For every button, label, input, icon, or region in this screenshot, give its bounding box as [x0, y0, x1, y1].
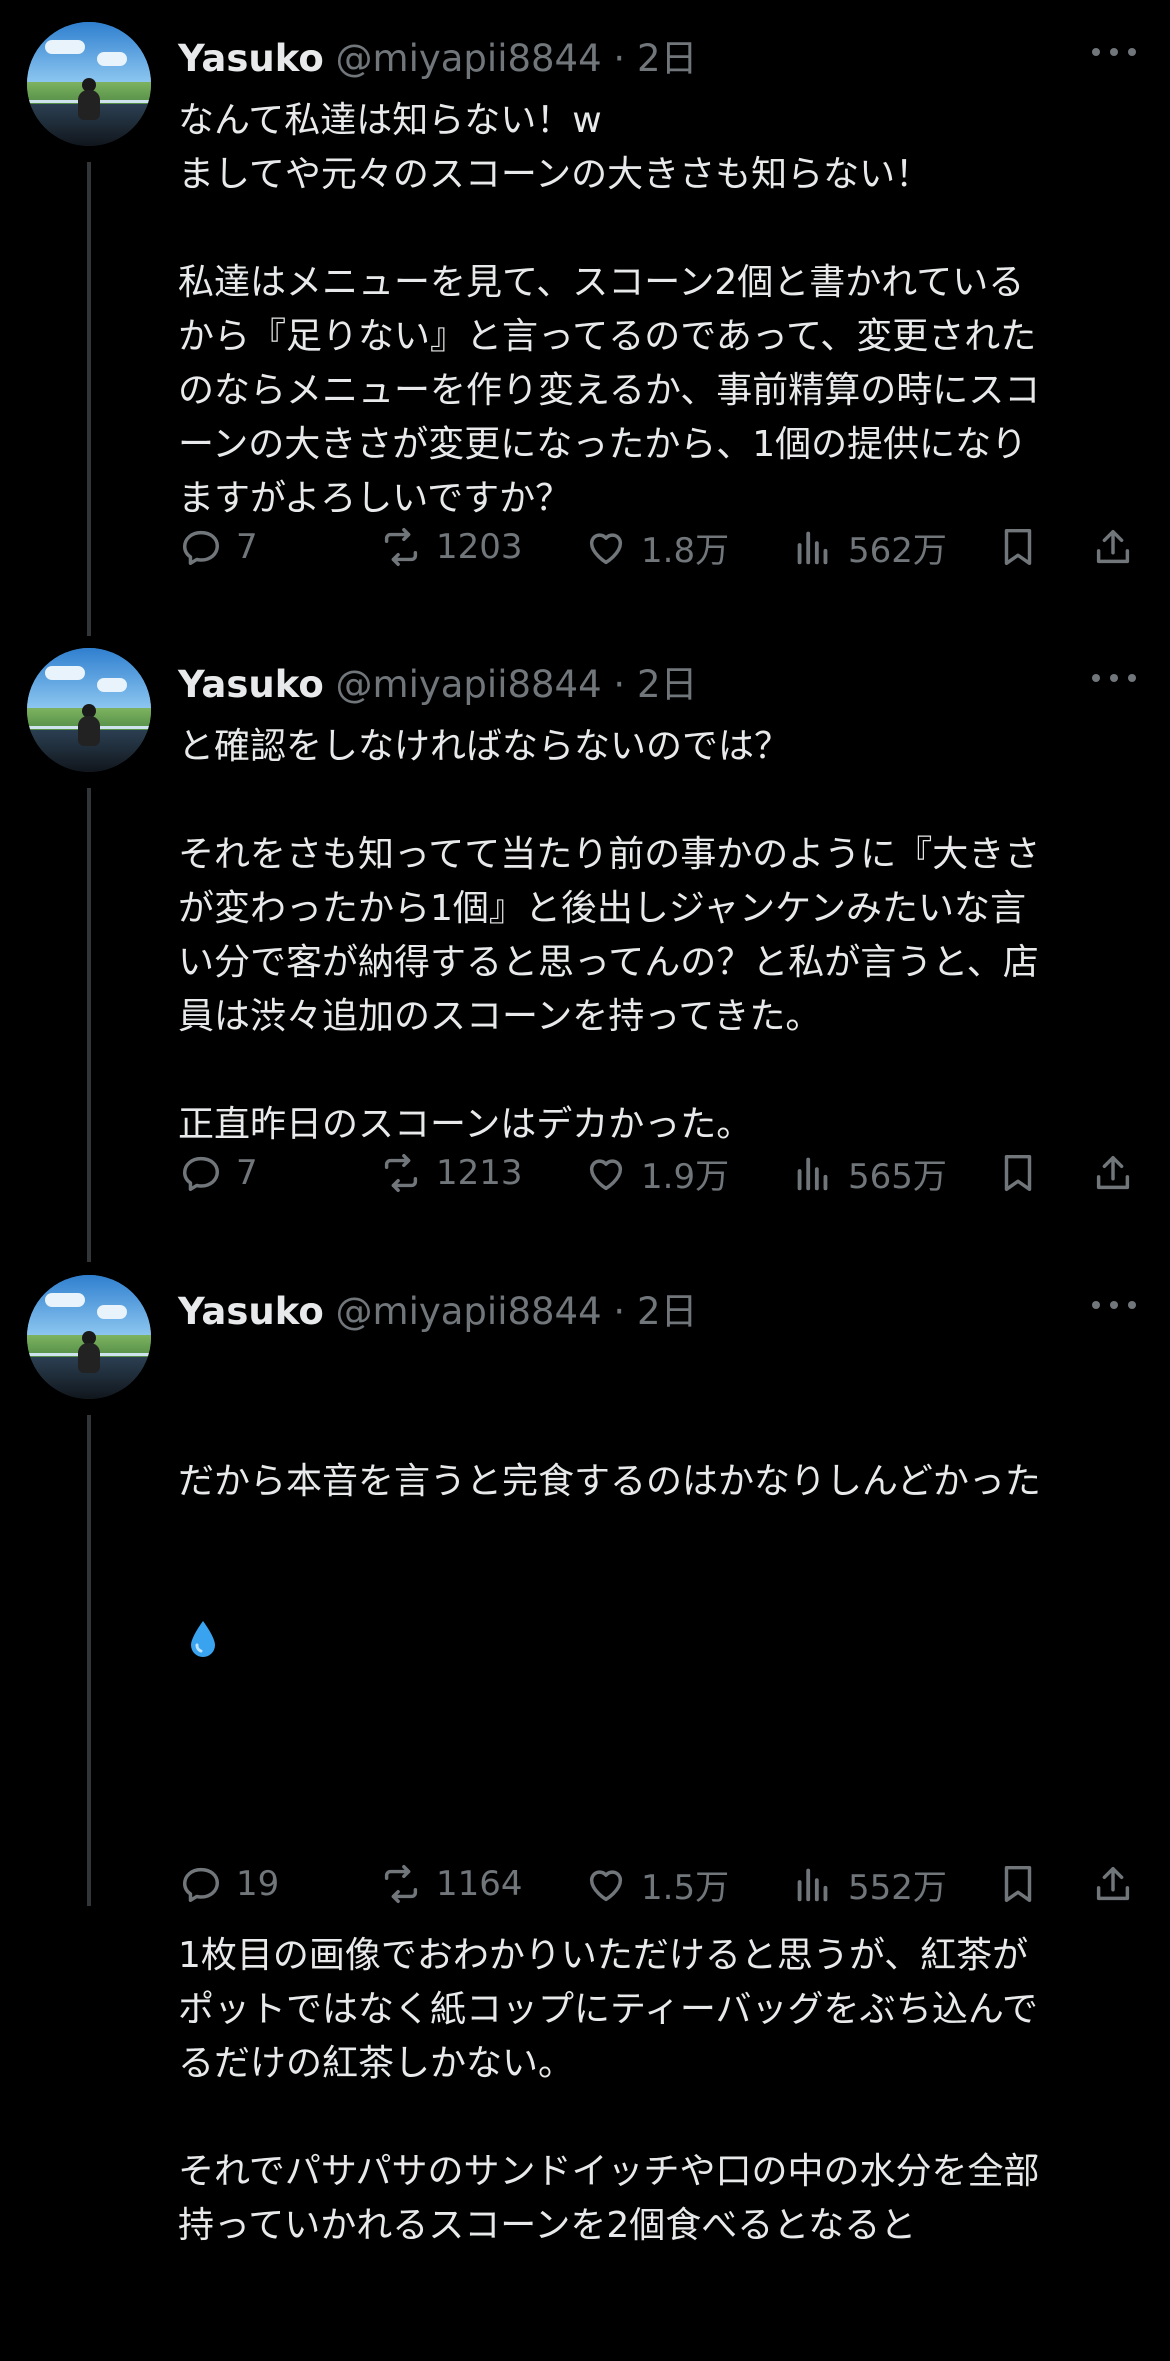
views-button[interactable]: 562万: [790, 522, 947, 572]
retweet-count: 1164: [436, 1864, 523, 1904]
thread-line: [87, 162, 91, 636]
views-icon: [797, 1868, 828, 1902]
reply-count: 7: [236, 1153, 258, 1193]
like-icon: [589, 533, 623, 565]
tweet-text: だから本音を言うと完食するのはかなりしんどかった 1枚目の画像でおわかりいただけ…: [178, 1347, 1138, 2361]
timestamp[interactable]: 2日: [637, 1290, 698, 1333]
avatar[interactable]: [27, 1275, 151, 1399]
user-handle[interactable]: @miyapii8844: [336, 1290, 602, 1333]
avatar[interactable]: [27, 22, 151, 146]
display-name[interactable]: Yasuko: [178, 1290, 324, 1333]
more-icon[interactable]: [1092, 48, 1136, 60]
like-button[interactable]: 1.5万: [583, 1859, 729, 1909]
retweet-icon: [384, 1865, 418, 1903]
share-button[interactable]: [1090, 1148, 1136, 1198]
retweet-button[interactable]: 1203: [378, 522, 523, 572]
like-icon: [589, 1870, 623, 1902]
retweet-button[interactable]: 1164: [378, 1859, 523, 1909]
display-name[interactable]: Yasuko: [178, 37, 324, 80]
tweet-header: Yasuko @miyapii8844 · 2日: [178, 666, 697, 703]
like-button[interactable]: 1.8万: [583, 522, 729, 572]
tweet-header: Yasuko @miyapii8844 · 2日: [178, 1293, 697, 1330]
share-button[interactable]: [1090, 1859, 1136, 1909]
user-handle[interactable]: @miyapii8844: [336, 663, 602, 706]
bookmark-button[interactable]: [995, 522, 1041, 572]
share-button[interactable]: [1090, 522, 1136, 572]
retweet-count: 1203: [436, 527, 523, 567]
display-name[interactable]: Yasuko: [178, 663, 324, 706]
reply-icon: [182, 1867, 220, 1903]
more-icon[interactable]: [1092, 1301, 1136, 1313]
reply-count: 19: [236, 1864, 280, 1904]
views-count: 562万: [848, 530, 947, 571]
like-button[interactable]: 1.9万: [583, 1148, 729, 1198]
action-bar: 7 1203 1.8万 562万: [178, 522, 1138, 572]
views-icon: [797, 531, 828, 565]
views-button[interactable]: 552万: [790, 1859, 947, 1909]
retweet-count: 1213: [436, 1153, 523, 1193]
reply-icon: [182, 1156, 220, 1192]
separator: ·: [601, 663, 637, 706]
tweet-text-line-1: だから本音を言うと完食するのはかなりしんどかった: [178, 1461, 1041, 1502]
thread-line: [87, 788, 91, 1262]
share-icon: [1096, 1866, 1130, 1901]
bookmark-icon: [1004, 1154, 1032, 1192]
retweet-icon: [384, 528, 418, 566]
like-count: 1.8万: [641, 530, 730, 571]
action-bar: 19 1164 1.5万 552万: [178, 1859, 1138, 1909]
bookmark-icon: [1004, 1865, 1032, 1903]
user-handle[interactable]: @miyapii8844: [336, 37, 602, 80]
reply-count: 7: [236, 527, 258, 567]
timestamp[interactable]: 2日: [637, 37, 698, 80]
views-count: 552万: [848, 1867, 947, 1908]
share-icon: [1096, 529, 1130, 564]
bookmark-icon: [1004, 528, 1032, 566]
bookmark-button[interactable]: [995, 1148, 1041, 1198]
tweet-text-rest: 1枚目の画像でおわかりいただけると思うが、紅茶が ポットではなく紙コップにティー…: [178, 1935, 1040, 2246]
like-count: 1.5万: [641, 1867, 730, 1908]
more-icon[interactable]: [1092, 674, 1136, 686]
retweet-icon: [384, 1154, 418, 1192]
share-icon: [1096, 1155, 1130, 1190]
reply-button[interactable]: 19: [178, 1859, 279, 1909]
droplet-emoji: [191, 1621, 215, 1657]
views-icon: [797, 1157, 828, 1191]
avatar[interactable]: [27, 648, 151, 772]
reply-icon: [182, 530, 220, 566]
reply-button[interactable]: 7: [178, 522, 258, 572]
like-icon: [589, 1159, 623, 1191]
views-button[interactable]: 565万: [790, 1148, 947, 1198]
thread-line: [87, 1415, 91, 1906]
separator: ·: [601, 37, 637, 80]
bookmark-button[interactable]: [995, 1859, 1041, 1909]
separator: ·: [601, 1290, 637, 1333]
timestamp[interactable]: 2日: [637, 663, 698, 706]
retweet-button[interactable]: 1213: [378, 1148, 523, 1198]
tweet-text: と確認をしなければならないのでは？ それをさも知ってて当たり前の事かのように『大…: [178, 726, 1041, 1145]
views-count: 565万: [848, 1156, 947, 1197]
tweet-text: なんて私達は知らない！w ましてや元々のスコーンの大きさも知らない！ 私達はメニ…: [178, 100, 1041, 519]
reply-button[interactable]: 7: [178, 1148, 258, 1198]
action-bar: 7 1213 1.9万 565万: [178, 1148, 1138, 1198]
tweet-header: Yasuko @miyapii8844 · 2日: [178, 40, 697, 77]
like-count: 1.9万: [641, 1156, 730, 1197]
